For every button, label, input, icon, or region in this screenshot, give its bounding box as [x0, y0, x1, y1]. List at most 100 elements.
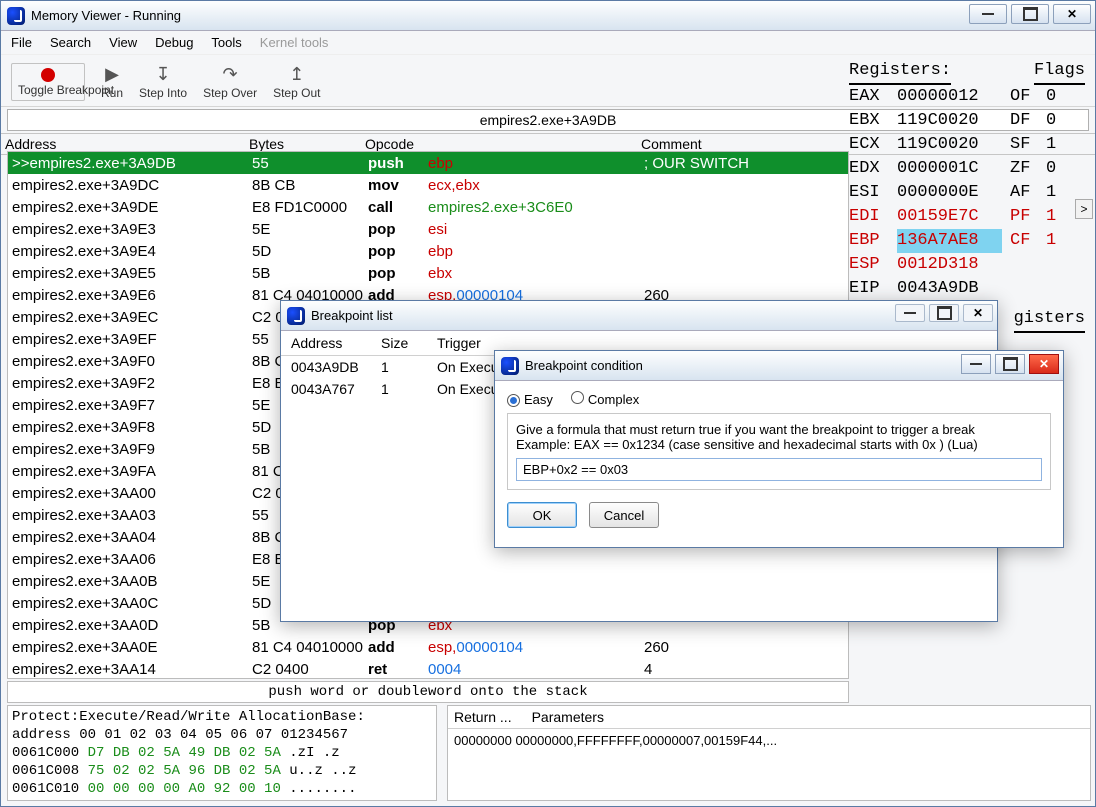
step-into-button[interactable]: ↧Step Into: [139, 65, 187, 99]
close-button[interactable]: [1053, 4, 1091, 24]
cell-bytes: 55: [252, 155, 368, 172]
flag-value: 0: [1046, 85, 1056, 109]
reg-value: 119C0020: [897, 133, 1002, 157]
scroll-right-button[interactable]: >: [1075, 199, 1093, 219]
hex-row[interactable]: 0061C008 75 02 02 5A 96 DB 02 5A u..z ..…: [12, 762, 432, 780]
reg-value: 119C0020: [897, 109, 1002, 133]
bp-addr: 0043A9DB: [291, 359, 381, 375]
hex-header: address 00 01 02 03 04 05 06 07 01234567: [12, 726, 432, 744]
radio-easy[interactable]: Easy: [507, 392, 553, 407]
step-out-button[interactable]: ↥Step Out: [273, 65, 320, 99]
cell-args: esp,00000104: [428, 639, 644, 656]
col-return[interactable]: Return ...: [454, 709, 512, 725]
run-button[interactable]: ▶Run: [101, 65, 123, 99]
cell-opcode: push: [368, 155, 428, 172]
menu-debug[interactable]: Debug: [155, 35, 193, 50]
flag-value: 0: [1046, 157, 1056, 181]
reg-name: ESP: [849, 253, 889, 277]
register-row[interactable]: EDI00159E7CPF1: [849, 205, 1085, 229]
cell-comment: ; OUR SWITCH: [644, 155, 848, 172]
menu-search[interactable]: Search: [50, 35, 91, 50]
cond-close-button[interactable]: [1029, 354, 1059, 374]
cell-address: empires2.exe+3AA0B: [8, 573, 252, 590]
bp-minimize-button[interactable]: [895, 304, 925, 322]
register-row[interactable]: EBX119C0020DF0: [849, 109, 1085, 133]
cell-address: empires2.exe+3A9EF: [8, 331, 252, 348]
cell-opcode: pop: [368, 221, 428, 238]
bp-close-button[interactable]: [963, 304, 993, 322]
disasm-row[interactable]: >>empires2.exe+3A9DB55pushebp; OUR SWITC…: [8, 152, 848, 174]
flag-value: 1: [1046, 133, 1056, 157]
radio-complex[interactable]: Complex: [571, 391, 639, 407]
stack-return-panel[interactable]: Return ... Parameters 00000000 00000000,…: [447, 705, 1091, 801]
hex-row[interactable]: 0061C010 00 00 00 00 A0 92 00 10 .......…: [12, 780, 432, 798]
register-row[interactable]: ESP 0012D318: [849, 253, 1085, 277]
hexdump-panel[interactable]: Protect:Execute/Read/Write AllocationBas…: [7, 705, 437, 801]
step-over-button[interactable]: ↷Step Over: [203, 65, 257, 99]
condition-desc-2: Example: EAX == 0x1234 (case sensitive a…: [516, 437, 1042, 452]
reg-name: EDX: [849, 157, 889, 181]
breakpoint-condition-dialog: Breakpoint condition Easy Complex Give a…: [494, 350, 1064, 548]
cell-address: >>empires2.exe+3A9DB: [8, 155, 252, 172]
cell-address: empires2.exe+3AA0C: [8, 595, 252, 612]
register-row[interactable]: EAX00000012OF0: [849, 85, 1085, 109]
cancel-button[interactable]: Cancel: [589, 502, 659, 528]
more-registers-link[interactable]: gisters: [1014, 307, 1085, 333]
flags-title: Flags: [1034, 59, 1085, 85]
ok-button[interactable]: OK: [507, 502, 577, 528]
bp-maximize-button[interactable]: [929, 304, 959, 322]
bp-titlebar[interactable]: Breakpoint list: [281, 301, 997, 331]
cond-titlebar[interactable]: Breakpoint condition: [495, 351, 1063, 381]
radio-icon: [507, 394, 520, 407]
step-over-icon: ↷: [220, 65, 240, 85]
maximize-button[interactable]: [1011, 4, 1049, 24]
disasm-row[interactable]: empires2.exe+3A9E45Dpopebp: [8, 240, 848, 262]
reg-value: 0012D318: [897, 253, 1002, 277]
cell-address: empires2.exe+3A9DE: [8, 199, 252, 216]
hex-row[interactable]: 0061C000 D7 DB 02 5A 49 DB 02 5A .zI .z: [12, 744, 432, 762]
main-titlebar[interactable]: Memory Viewer - Running: [1, 1, 1095, 31]
register-row[interactable]: ECX119C0020SF1: [849, 133, 1085, 157]
registers-panel[interactable]: Registers: Flags EAX00000012OF0EBX119C00…: [849, 59, 1085, 333]
cell-address: empires2.exe+3AA03: [8, 507, 252, 524]
flag-name: DF: [1010, 109, 1038, 133]
cell-address: empires2.exe+3A9E3: [8, 221, 252, 238]
minimize-button[interactable]: [969, 4, 1007, 24]
reg-name: EAX: [849, 85, 889, 109]
cell-address: empires2.exe+3A9F0: [8, 353, 252, 370]
menu-file[interactable]: File: [11, 35, 32, 50]
condition-input[interactable]: [516, 458, 1042, 481]
disasm-row[interactable]: empires2.exe+3A9E35Epopesi: [8, 218, 848, 240]
cell-address: empires2.exe+3A9EC: [8, 309, 252, 326]
disasm-row[interactable]: empires2.exe+3A9DEE8 FD1C0000callempires…: [8, 196, 848, 218]
flag-name: ZF: [1010, 157, 1038, 181]
bp-col-address[interactable]: Address: [291, 335, 381, 351]
flag-name: PF: [1010, 205, 1038, 229]
cell-args: esi: [428, 221, 644, 238]
col-parameters[interactable]: Parameters: [532, 709, 604, 725]
cell-comment: 260: [644, 639, 848, 656]
toggle-bp-button[interactable]: Toggle Breakpoint: [11, 63, 85, 101]
menu-view[interactable]: View: [109, 35, 137, 50]
register-row[interactable]: EIP0043A9DB: [849, 277, 1085, 301]
disasm-row[interactable]: empires2.exe+3A9E55Bpopebx: [8, 262, 848, 284]
menu-tools[interactable]: Tools: [211, 35, 241, 50]
disasm-row[interactable]: empires2.exe+3AA0E81 C4 04010000addesp,0…: [8, 636, 848, 658]
cond-maximize-button[interactable]: [995, 354, 1025, 374]
bp-col-trigger[interactable]: Trigger: [437, 335, 987, 351]
register-row[interactable]: EDX0000001CZF0: [849, 157, 1085, 181]
cond-minimize-button[interactable]: [961, 354, 991, 374]
menu-bar[interactable]: File Search View Debug Tools Kernel tools: [1, 31, 1095, 55]
condition-desc-1: Give a formula that must return true if …: [516, 422, 1042, 437]
disasm-row[interactable]: empires2.exe+3A9DC8B CBmovecx,ebx: [8, 174, 848, 196]
menu-kernel-tools[interactable]: Kernel tools: [260, 35, 329, 50]
disasm-row[interactable]: empires2.exe+3AA14C2 0400ret00044: [8, 658, 848, 679]
cell-bytes: 81 C4 04010000: [252, 639, 368, 656]
flag-name: CF: [1010, 229, 1038, 253]
register-row[interactable]: ESI0000000EAF1: [849, 181, 1085, 205]
bp-col-size[interactable]: Size: [381, 335, 437, 351]
cell-bytes: 8B CB: [252, 177, 368, 194]
register-row[interactable]: EBP136A7AE8CF1: [849, 229, 1085, 253]
cell-address: empires2.exe+3AA04: [8, 529, 252, 546]
reg-name: EDI: [849, 205, 889, 229]
